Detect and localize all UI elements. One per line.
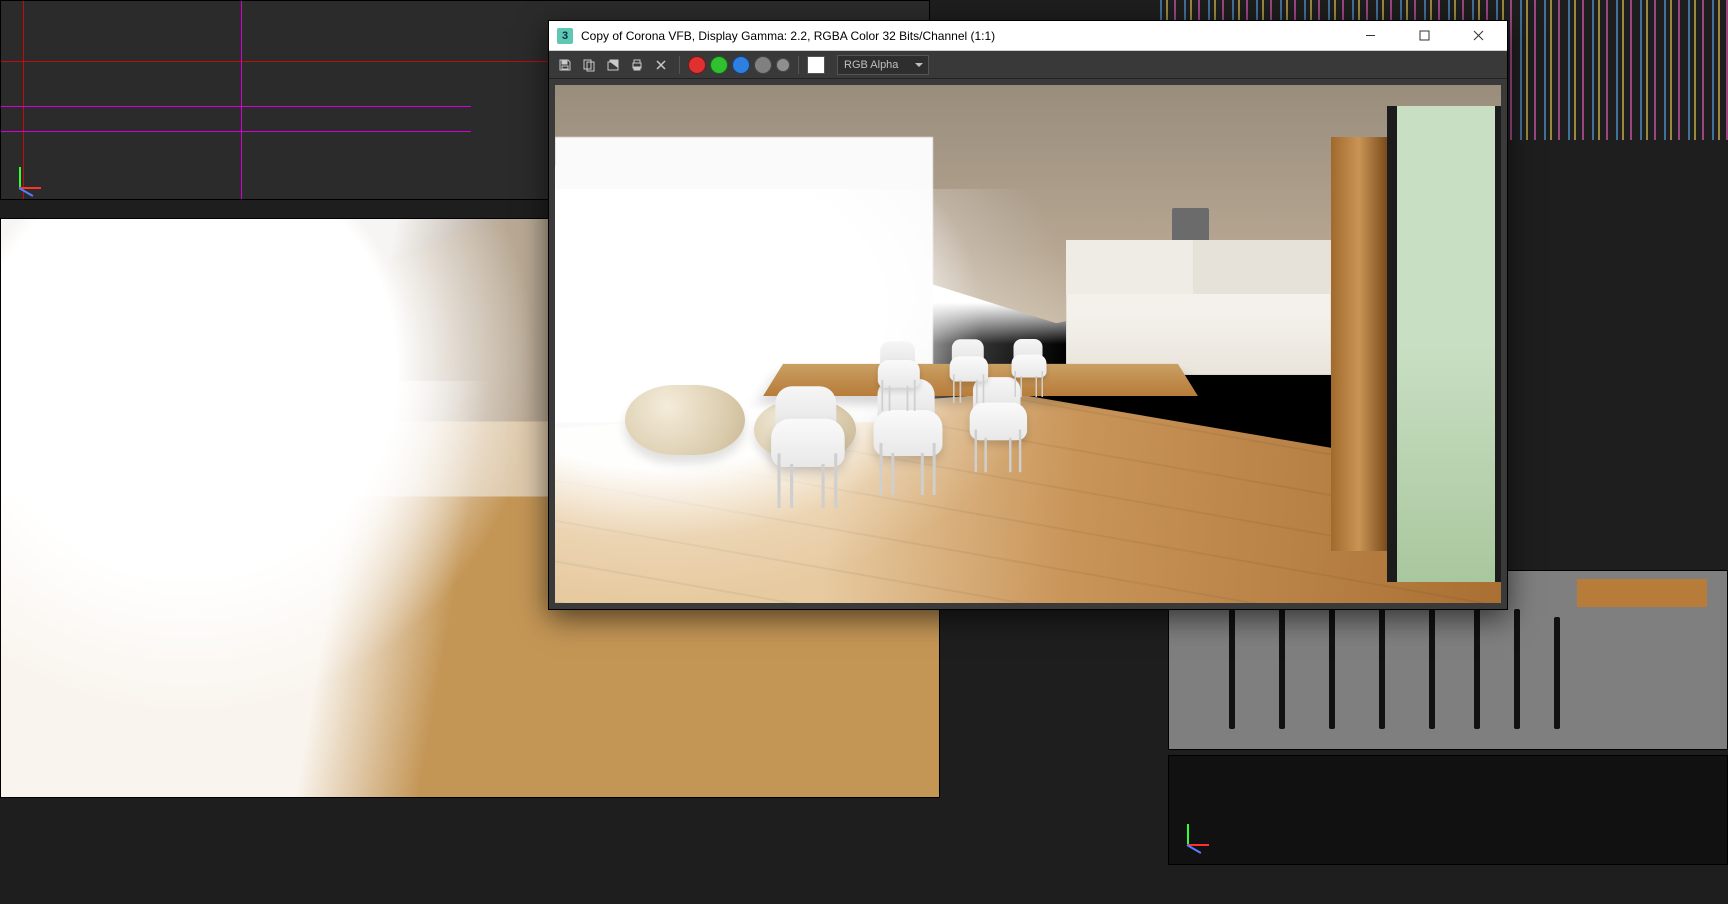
channel-select[interactable]: RGB Alpha: [837, 55, 929, 75]
clone-icon[interactable]: [603, 55, 623, 75]
channel-mono-button[interactable]: [776, 58, 790, 72]
window-title: Copy of Corona VFB, Display Gamma: 2.2, …: [581, 29, 995, 43]
titlebar[interactable]: 3 Copy of Corona VFB, Display Gamma: 2.2…: [549, 21, 1507, 51]
corona-vfb-window[interactable]: 3 Copy of Corona VFB, Display Gamma: 2.2…: [548, 20, 1508, 610]
channel-red-button[interactable]: [688, 56, 706, 74]
clear-icon[interactable]: [651, 55, 671, 75]
color-swatch[interactable]: [807, 56, 825, 74]
channel-green-button[interactable]: [710, 56, 728, 74]
axis-gizmo: [1187, 816, 1217, 846]
minimize-button[interactable]: [1347, 21, 1393, 51]
axis-gizmo: [19, 159, 49, 189]
print-icon[interactable]: [627, 55, 647, 75]
channel-alpha-button[interactable]: [754, 56, 772, 74]
channel-blue-button[interactable]: [732, 56, 750, 74]
save-icon[interactable]: [555, 55, 575, 75]
vfb-toolbar: RGB Alpha: [549, 51, 1507, 79]
viewport-bottom-right-lower[interactable]: [1168, 755, 1728, 865]
copy-icon[interactable]: [579, 55, 599, 75]
channel-select-label: RGB Alpha: [844, 59, 898, 71]
app-icon: 3: [557, 28, 573, 44]
close-button[interactable]: [1455, 21, 1501, 51]
render-canvas[interactable]: [555, 85, 1501, 603]
maximize-button[interactable]: [1401, 21, 1447, 51]
